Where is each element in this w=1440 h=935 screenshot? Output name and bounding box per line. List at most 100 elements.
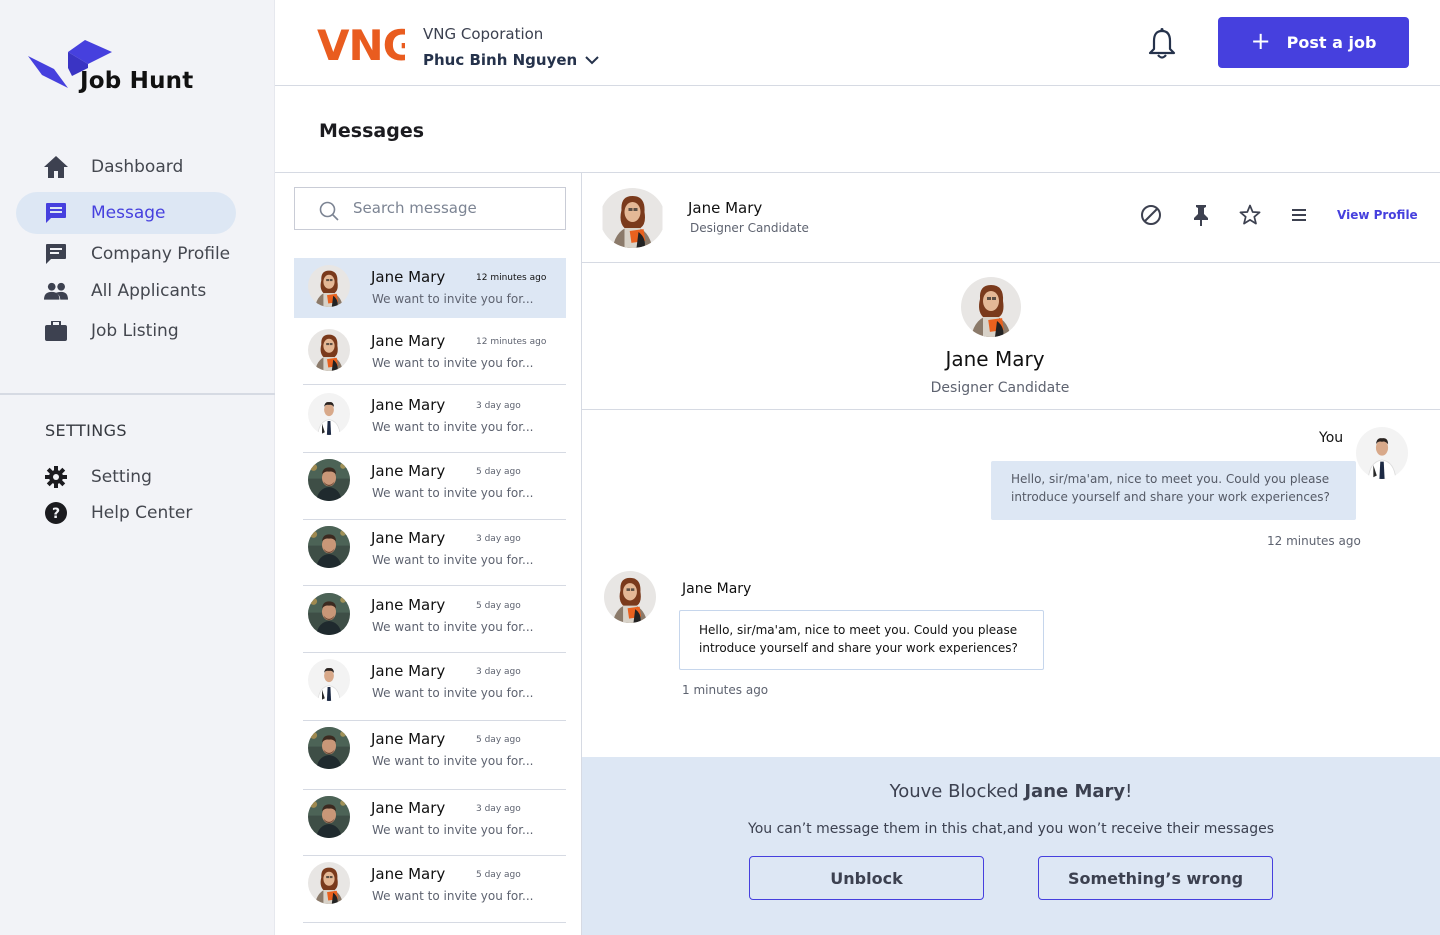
avatar[interactable] xyxy=(600,188,665,248)
conversation-time: 3 day ago xyxy=(476,401,521,411)
conversation-time: 5 day ago xyxy=(476,735,521,745)
outgoing-message: Hello, sir/ma'am, nice to meet you. Coul… xyxy=(991,461,1356,520)
conversation-time: 5 day ago xyxy=(476,601,521,611)
avatar xyxy=(308,862,350,904)
conversation-preview: We want to invite you for... xyxy=(372,356,534,370)
conversation-item[interactable]: Jane Mary 3 day ago We want to invite you … xyxy=(294,790,566,856)
pin-icon[interactable] xyxy=(1189,203,1213,227)
notification-bell-icon[interactable] xyxy=(1148,28,1178,60)
sidebar-item-help-center[interactable]: ? Help Center xyxy=(16,492,236,534)
sidebar-item-label: Dashboard xyxy=(91,157,184,177)
row-divider xyxy=(303,384,566,385)
outgoing-message-time: 12 minutes ago xyxy=(1267,534,1361,548)
sidebar: Job Hunt Dashboard Message Company Profi… xyxy=(0,0,275,935)
conversation-item[interactable]: Jane Mary 3 day ago We want to invite you … xyxy=(294,387,566,453)
avatar xyxy=(308,526,350,568)
page-title: Messages xyxy=(319,120,425,142)
avatar xyxy=(1356,427,1408,479)
report-problem-button[interactable]: Something’s wrong xyxy=(1038,856,1273,900)
blocked-title: Youve Blocked Jane Mary! xyxy=(582,781,1440,802)
plus-icon: + xyxy=(1250,27,1271,55)
conversation-name: Jane Mary xyxy=(371,730,446,748)
conversation-item[interactable]: Jane Mary 5 day ago We want to invite you … xyxy=(294,856,566,923)
conversation-preview: We want to invite you for... xyxy=(372,620,534,634)
conversation-list-panel: Jane Mary 12 minutes ago We want to invite… xyxy=(275,173,582,935)
company-label: VNG Coporation xyxy=(423,25,544,43)
brand-name[interactable]: Job Hunt xyxy=(80,68,193,94)
company-logo: VNG xyxy=(317,21,417,70)
sidebar-item-all-applicants[interactable]: All Applicants xyxy=(16,270,236,312)
conversation-name: Jane Mary xyxy=(371,662,446,680)
conversation-item[interactable]: Jane Mary 5 day ago We want to invite you … xyxy=(294,453,566,520)
sidebar-item-job-listing[interactable]: Job Listing xyxy=(16,310,236,352)
sidebar-item-label: Message xyxy=(91,203,166,223)
conversation-name: Jane Mary xyxy=(371,865,446,883)
avatar xyxy=(308,393,350,435)
conversation-preview: We want to invite you for... xyxy=(372,420,534,434)
avatar xyxy=(308,796,350,838)
blocked-notice: Youve Blocked Jane Mary! You can’t messa… xyxy=(582,757,1440,935)
avatar[interactable] xyxy=(604,571,656,623)
chat-contact-name: Jane Mary xyxy=(688,199,763,217)
conversation-name: Jane Mary xyxy=(371,462,446,480)
view-profile-link[interactable]: View Profile xyxy=(1337,208,1418,222)
conversation-item[interactable]: Jane Mary 5 day ago We want to invite you … xyxy=(294,587,566,653)
search-box[interactable] xyxy=(294,187,566,230)
conversation-item[interactable]: Jane Mary 3 day ago We want to invite you … xyxy=(294,520,566,586)
unblock-button[interactable]: Unblock xyxy=(749,856,984,900)
contact-profile-summary: Jane Mary Designer Candidate xyxy=(582,263,1440,410)
conversation-item[interactable]: Jane Mary 12 minutes ago We want to invite… xyxy=(294,323,566,385)
briefcase-icon xyxy=(44,319,68,343)
sidebar-item-message[interactable]: Message xyxy=(16,192,236,234)
profile-name: Jane Mary xyxy=(945,347,1045,371)
avatar[interactable] xyxy=(961,277,1021,337)
conversation-item[interactable]: Jane Mary 3 day ago We want to invite you … xyxy=(294,653,566,721)
gear-icon xyxy=(44,465,68,489)
blocked-suffix: ! xyxy=(1125,781,1133,802)
incoming-message-time: 1 minutes ago xyxy=(682,683,769,697)
conversation-preview: We want to invite you for... xyxy=(372,686,534,700)
sidebar-item-dashboard[interactable]: Dashboard xyxy=(16,146,236,188)
avatar xyxy=(308,265,350,307)
sidebar-item-label: Setting xyxy=(91,467,152,487)
account-switcher[interactable]: Phuc Binh Nguyen xyxy=(423,51,599,69)
people-icon xyxy=(44,279,68,303)
menu-icon[interactable] xyxy=(1287,203,1311,227)
block-icon[interactable] xyxy=(1139,203,1163,227)
help-icon: ? xyxy=(44,501,68,525)
conversation-name: Jane Mary xyxy=(371,332,446,350)
blocked-description: You can’t message them in this chat,and … xyxy=(748,821,1274,837)
blocked-prefix: Youve Blocked xyxy=(889,781,1025,802)
conversation-item[interactable]: Jane Mary 12 minutes ago We want to invite… xyxy=(294,258,566,318)
sidebar-item-label: Help Center xyxy=(91,503,193,523)
sidebar-item-company-profile[interactable]: Company Profile xyxy=(16,233,236,275)
conversation-time: 12 minutes ago xyxy=(476,337,547,347)
post-job-label: Post a job xyxy=(1286,33,1377,52)
chat-icon xyxy=(44,242,68,266)
conversation-name: Jane Mary xyxy=(371,268,446,286)
conversation-preview: We want to invite you for... xyxy=(372,823,534,837)
conversation-name: Jane Mary xyxy=(371,396,446,414)
row-divider xyxy=(303,922,566,923)
search-input[interactable] xyxy=(353,199,553,217)
conversation-time: 5 day ago xyxy=(476,467,521,477)
conversation-time: 3 day ago xyxy=(476,534,521,544)
conversation-preview: We want to invite you for... xyxy=(372,889,534,903)
sidebar-item-label: All Applicants xyxy=(91,281,207,301)
post-job-button[interactable]: + Post a job xyxy=(1218,17,1409,68)
profile-role: Designer Candidate xyxy=(930,380,1070,396)
sidebar-divider xyxy=(0,393,275,395)
avatar xyxy=(308,593,350,635)
chat-contact-role: Designer Candidate xyxy=(690,221,809,235)
star-icon[interactable] xyxy=(1238,203,1262,227)
incoming-message: Hello, sir/ma'am, nice to meet you. Coul… xyxy=(679,610,1044,670)
page-title-bar: Messages xyxy=(275,86,1440,173)
chat-header: Jane Mary Designer Candidate View Profil… xyxy=(582,173,1440,263)
conversation-time: 5 day ago xyxy=(476,870,521,880)
user-name: Phuc Binh Nguyen xyxy=(423,51,578,69)
conversation-time: 12 minutes ago xyxy=(476,273,547,283)
sidebar-item-label: Job Listing xyxy=(91,321,179,341)
avatar xyxy=(308,329,350,371)
conversation-item[interactable]: Jane Mary 5 day ago We want to invite you … xyxy=(294,721,566,790)
conversation-time: 3 day ago xyxy=(476,667,521,677)
